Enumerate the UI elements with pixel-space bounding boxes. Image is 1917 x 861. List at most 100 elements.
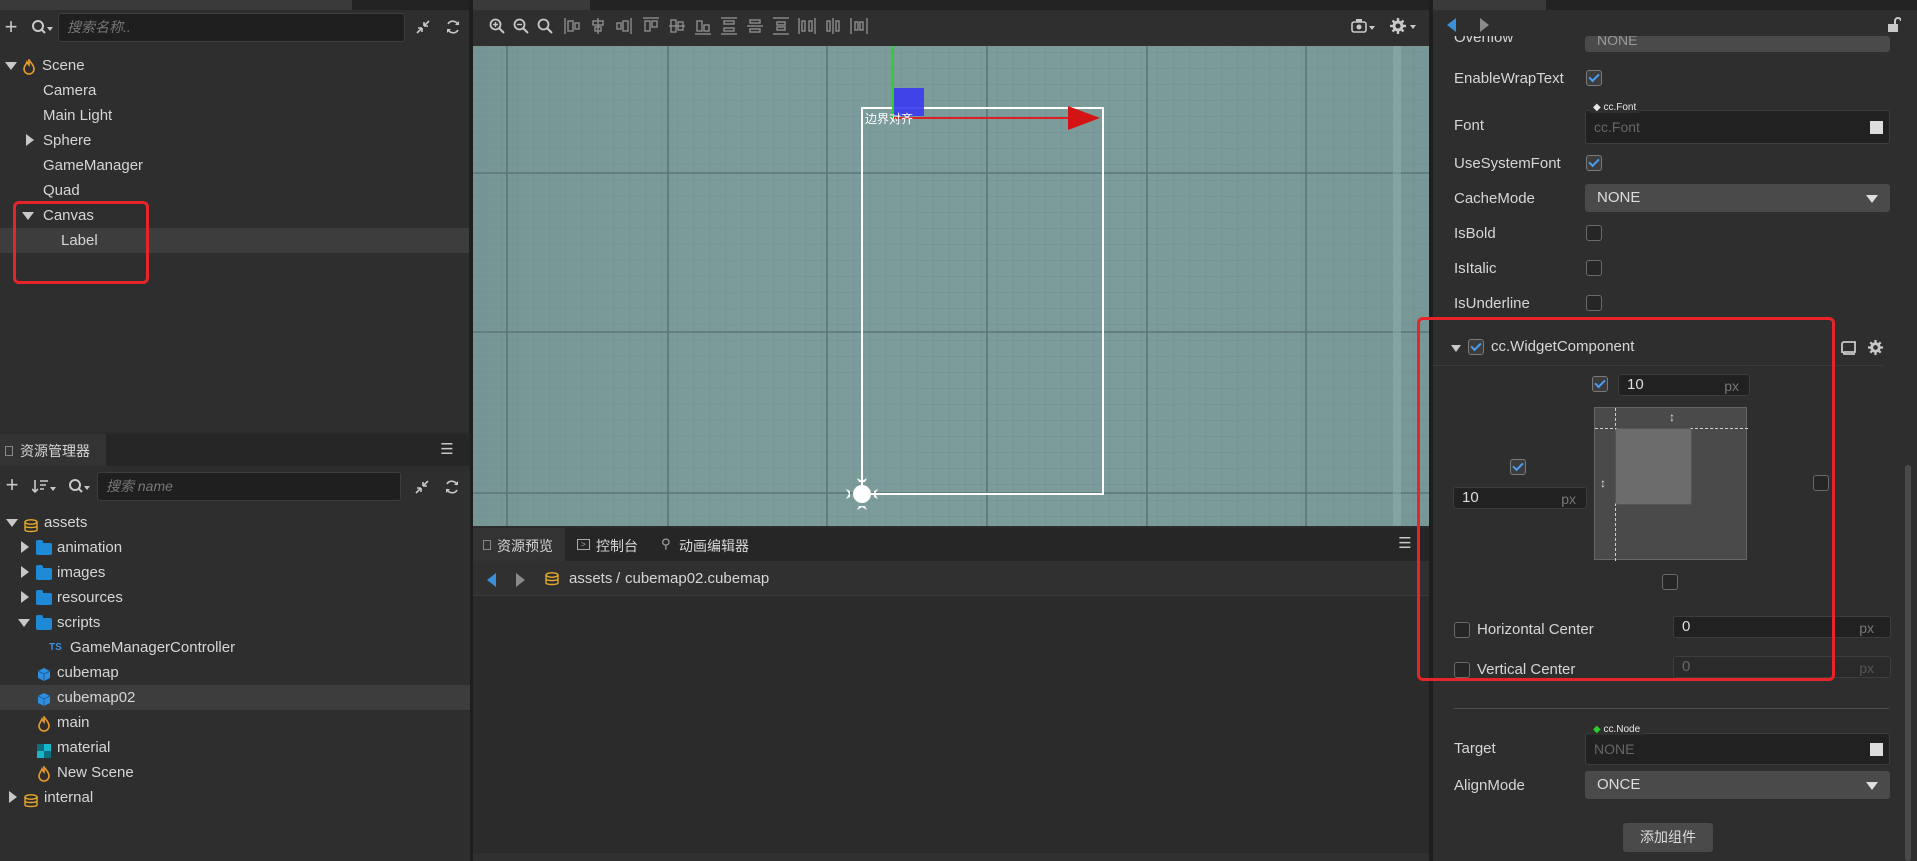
camera-dropdown-icon[interactable] <box>1351 17 1379 35</box>
breadcrumb-root[interactable]: assets <box>569 570 612 587</box>
alignmode-select[interactable]: ONCE <box>1585 771 1890 799</box>
expand-arrow-icon[interactable] <box>18 619 30 627</box>
asset-item-new-scene[interactable]: New Scene <box>0 760 470 785</box>
asset-item-internal[interactable]: internal <box>0 785 470 810</box>
expand-arrow-icon[interactable] <box>6 519 18 527</box>
forward-arrow-icon[interactable] <box>1480 18 1489 32</box>
tree-label: GameManager <box>43 157 144 174</box>
breadcrumb-file[interactable]: cubemap02.cubemap <box>625 570 769 587</box>
refresh-icon[interactable] <box>443 478 461 496</box>
tab-console[interactable]: > 控制台 <box>569 528 649 561</box>
inspector-tab-bg <box>1433 0 1546 10</box>
gear-icon[interactable] <box>1867 339 1884 360</box>
forward-arrow-icon[interactable] <box>516 573 525 587</box>
expand-arrow-icon[interactable] <box>26 134 34 146</box>
add-component-button[interactable]: 添加组件 <box>1623 823 1713 852</box>
add-component-label: 添加组件 <box>1640 829 1696 845</box>
zoom-in-icon[interactable] <box>489 18 505 34</box>
scene-label-overlay: 边界对齐 <box>865 112 914 126</box>
tree-label: animation <box>57 539 123 556</box>
folder-icon <box>36 615 52 630</box>
asset-item-resources[interactable]: resources <box>0 585 470 610</box>
expand-arrow-icon[interactable] <box>21 591 29 603</box>
unit-label: px <box>1859 620 1874 636</box>
align-tools-icons[interactable] <box>563 16 883 36</box>
enablewraptext-checkbox[interactable] <box>1586 70 1602 86</box>
asset-item-assets[interactable]: assets <box>0 510 470 535</box>
bottom-panel: 资源预览 > 控制台 ⚲ 动画编辑器 ☰ assets / cubemap02.… <box>473 528 1429 861</box>
settings-dropdown-icon[interactable] <box>1389 17 1419 35</box>
expand-arrow-icon[interactable] <box>21 566 29 578</box>
hierarchy-search-input[interactable]: 搜索名称.. <box>58 13 405 42</box>
tab-animation-editor[interactable]: ⚲ 动画编辑器 <box>653 528 763 561</box>
tab-label: 控制台 <box>596 538 638 554</box>
assets-tab-icon <box>5 446 13 456</box>
overflow-select-value: NONE <box>1597 36 1638 48</box>
tree-item-camera[interactable]: Camera <box>0 78 470 103</box>
tab-asset-preview[interactable]: 资源预览 <box>473 528 565 561</box>
lock-icon[interactable] <box>1887 17 1902 37</box>
asset-item-images[interactable]: images <box>0 560 470 585</box>
back-arrow-icon[interactable] <box>1447 18 1456 32</box>
book-icon[interactable] <box>1841 341 1857 359</box>
unit-label: px <box>1859 660 1874 676</box>
target-field[interactable]: NONE <box>1585 733 1890 765</box>
asset-picker-icon[interactable] <box>1870 121 1883 134</box>
highlight-box-canvas <box>13 201 149 284</box>
node-picker-icon[interactable] <box>1870 743 1883 756</box>
asset-item-gamemanagercontroller[interactable]: TS GameManagerController <box>0 635 470 660</box>
expand-arrow-icon[interactable] <box>5 62 17 70</box>
scene-tab-bg <box>473 0 590 10</box>
isitalic-checkbox[interactable] <box>1586 260 1602 276</box>
tree-item-scene[interactable]: Scene <box>0 53 470 78</box>
database-icon <box>24 791 38 816</box>
asset-item-cubemap[interactable]: cubemap <box>0 660 470 685</box>
inspector-nav <box>1433 10 1917 36</box>
tree-label: cubemap <box>57 664 119 681</box>
tree-label: Scene <box>42 57 85 74</box>
assets-tab[interactable]: 资源管理器 <box>0 434 106 466</box>
usesystemfont-checkbox[interactable] <box>1586 155 1602 171</box>
asset-item-scripts[interactable]: scripts <box>0 610 470 635</box>
add-node-icon[interactable]: + <box>2 16 20 38</box>
add-asset-icon[interactable]: + <box>3 474 21 496</box>
font-field[interactable]: cc.Font <box>1585 110 1890 144</box>
isbold-checkbox[interactable] <box>1586 225 1602 241</box>
expand-arrow-icon[interactable] <box>9 791 17 803</box>
scene-viewport[interactable]: 边界对齐 <box>473 46 1429 526</box>
folder-icon <box>36 590 52 605</box>
prop-label-cachemode: CacheMode <box>1454 190 1535 207</box>
back-arrow-icon[interactable] <box>487 573 496 587</box>
tree-label: main <box>57 714 90 731</box>
asset-item-animation[interactable]: animation <box>0 535 470 560</box>
asset-item-main[interactable]: main <box>0 710 470 735</box>
sort-icon[interactable] <box>32 478 56 494</box>
target-type-badge-text: cc.Node <box>1603 724 1641 735</box>
prop-label-isbold: IsBold <box>1454 225 1496 242</box>
overflow-select[interactable]: NONE <box>1585 36 1890 52</box>
folder-icon <box>36 540 52 555</box>
hierarchy-search-placeholder: 搜索名称.. <box>67 19 131 35</box>
cachemode-select[interactable]: NONE <box>1585 184 1890 212</box>
refresh-icon[interactable] <box>444 18 462 36</box>
expand-arrow-icon[interactable] <box>21 541 29 553</box>
tree-item-sphere[interactable]: Sphere <box>0 128 470 153</box>
asset-item-material[interactable]: material <box>0 735 470 760</box>
zoom-out-icon[interactable] <box>513 18 529 34</box>
isunderline-checkbox[interactable] <box>1586 295 1602 311</box>
tree-item-main-light[interactable]: Main Light <box>0 103 470 128</box>
node-diamond-icon: ◆ <box>1593 724 1601 735</box>
menu-icon[interactable]: ☰ <box>1398 535 1412 552</box>
tree-item-quad[interactable]: Quad <box>0 178 470 203</box>
zoom-reset-icon[interactable] <box>537 18 553 34</box>
collapse-all-icon[interactable] <box>414 18 432 36</box>
bottom-status-strip <box>473 853 1429 861</box>
assets-search-input[interactable]: 搜索 name <box>97 472 401 501</box>
collapse-all-icon[interactable] <box>413 478 431 496</box>
asset-item-cubemap02[interactable]: cubemap02 <box>0 685 470 710</box>
search-filter-icon[interactable] <box>28 18 56 36</box>
menu-icon[interactable]: ☰ <box>440 441 454 458</box>
tree-item-gamemanager[interactable]: GameManager <box>0 153 470 178</box>
search-filter-icon[interactable] <box>67 478 91 494</box>
inspector-scrollbar[interactable] <box>1905 465 1911 861</box>
